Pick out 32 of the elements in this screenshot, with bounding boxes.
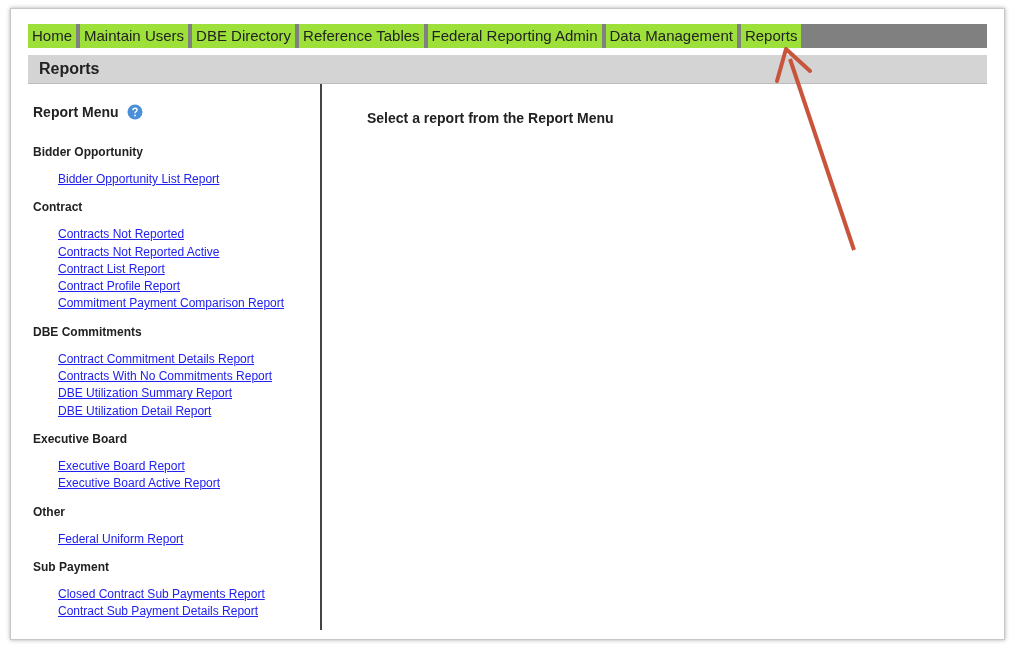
- nav-tab[interactable]: Maintain Users: [80, 24, 189, 48]
- nav-tab[interactable]: Data Management: [605, 24, 737, 48]
- section-heading: Contract: [33, 200, 84, 215]
- section-heading: Bidder Opportunity: [33, 145, 144, 159]
- help-icon[interactable]: [126, 104, 143, 120]
- report-link[interactable]: Contract Sub Payment Details Report: [58, 603, 259, 621]
- nav-tab[interactable]: Home: [28, 24, 76, 48]
- report-menu-title: Report Menu: [33, 104, 119, 120]
- report-link[interactable]: Federal Uniform Report: [58, 530, 184, 548]
- report-link[interactable]: Contract Commitment Details Report: [58, 350, 255, 369]
- report-link[interactable]: Executive Board Report: [58, 457, 185, 476]
- report-link[interactable]: Bidder Opportunity List Report: [58, 171, 220, 189]
- nav-tab[interactable]: Reference Tables: [299, 24, 424, 48]
- report-link[interactable]: Contracts With No Commitments Report: [58, 368, 273, 386]
- nav-tab[interactable]: Federal Reporting Admin: [427, 24, 602, 48]
- report-link[interactable]: Contract List Report: [58, 260, 165, 279]
- section-heading: Sub Payment: [33, 559, 111, 574]
- report-link[interactable]: Commitment Payment Comparison Report: [58, 295, 285, 313]
- section-heading: DBE Commitments: [33, 324, 143, 339]
- report-link[interactable]: Contracts Not Reported Active: [58, 243, 220, 261]
- section-heading: Other: [33, 504, 66, 519]
- instruction-text: Select a report from the Report Menu: [367, 110, 615, 126]
- section-heading: Executive Board: [33, 431, 129, 446]
- report-link[interactable]: DBE Utilization Detail Report: [58, 402, 212, 420]
- report-link[interactable]: Closed Contract Sub Payments Report: [58, 585, 265, 604]
- report-link[interactable]: DBE Utilization Summary Report: [58, 385, 233, 403]
- nav-tab[interactable]: DBE Directory: [192, 24, 296, 48]
- page-title: Reports: [39, 60, 100, 78]
- nav-tab[interactable]: Reports: [740, 24, 802, 48]
- report-link[interactable]: Contract Profile Report: [58, 278, 181, 296]
- report-link[interactable]: Executive Board Active Report: [58, 475, 221, 493]
- report-link[interactable]: Contracts Not Reported: [58, 226, 185, 244]
